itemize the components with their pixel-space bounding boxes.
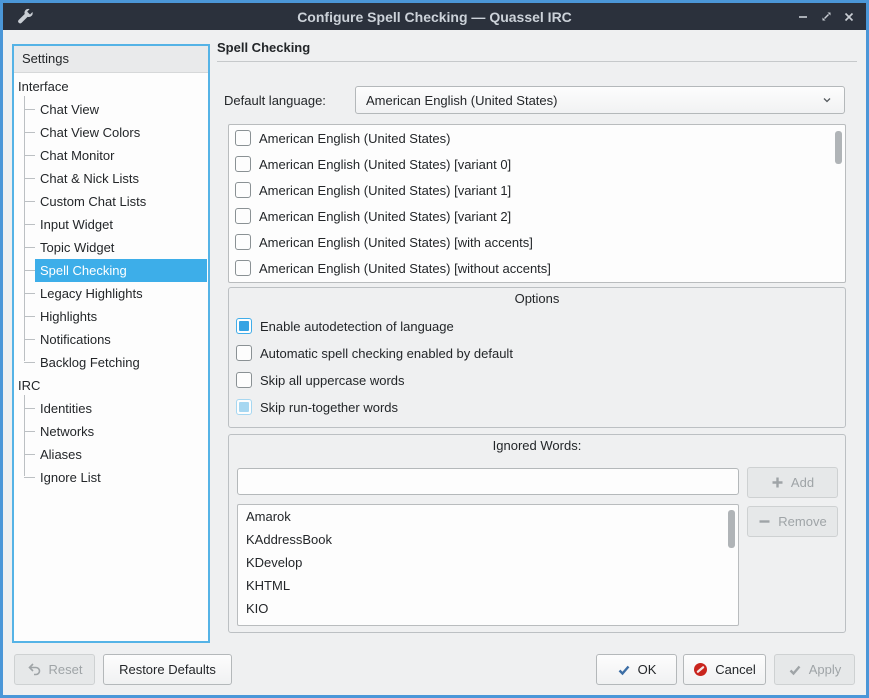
reset-button[interactable]: Reset [14, 654, 95, 685]
sidebar-item-topic-widget[interactable]: Topic Widget [14, 236, 208, 259]
undo-icon [27, 662, 42, 677]
page-title: Spell Checking [217, 40, 310, 55]
plus-icon [771, 476, 784, 489]
list-item[interactable]: KHTML [238, 574, 738, 597]
add-button[interactable]: Add [747, 467, 838, 498]
title-bar[interactable]: Configure Spell Checking — Quassel IRC [3, 3, 866, 30]
ignored-words-group: Ignored Words: Add Amarok KAddressBook K… [228, 434, 846, 633]
sidebar-item-input-widget[interactable]: Input Widget [14, 213, 208, 236]
sidebar-item-notifications[interactable]: Notifications [14, 328, 208, 351]
sidebar-item-legacy-highlights[interactable]: Legacy Highlights [14, 282, 208, 305]
option-automatic-spell-checking[interactable]: Automatic spell checking enabled by defa… [236, 342, 513, 364]
list-item[interactable]: Amarok [238, 505, 738, 528]
sidebar-item-highlights[interactable]: Highlights [14, 305, 208, 328]
sidebar-item-chat-monitor[interactable]: Chat Monitor [14, 144, 208, 167]
sidebar-item-custom-chat-lists[interactable]: Custom Chat Lists [14, 190, 208, 213]
sidebar-item-chat-view[interactable]: Chat View [14, 98, 208, 121]
combobox-value: American English (United States) [366, 93, 820, 108]
ignored-list-scrollbar[interactable] [728, 510, 735, 548]
settings-sidebar: Settings Interface Chat View Chat View C… [12, 44, 210, 643]
options-group: Options Enable autodetection of language… [228, 287, 846, 428]
ignored-word-input[interactable] [237, 468, 739, 495]
configure-spell-checking-dialog: Configure Spell Checking — Quassel IRC S… [0, 0, 869, 698]
window-title: Configure Spell Checking — Quassel IRC [3, 9, 866, 25]
ignored-words-list: Amarok KAddressBook KDevelop KHTML KIO [237, 504, 739, 626]
list-item[interactable]: KAddressBook [238, 528, 738, 551]
check-icon [788, 663, 802, 677]
ignored-words-title: Ignored Words: [229, 438, 845, 453]
sidebar-item-aliases[interactable]: Aliases [14, 443, 208, 466]
apply-button[interactable]: Apply [774, 654, 855, 685]
sidebar-item-interface[interactable]: Interface [14, 75, 208, 98]
sidebar-item-identities[interactable]: Identities [14, 397, 208, 420]
option-skip-run-together[interactable]: Skip run-together words [236, 396, 398, 418]
close-icon[interactable] [842, 10, 856, 24]
checkbox-unchecked[interactable] [235, 156, 251, 172]
restore-icon[interactable] [819, 10, 833, 24]
language-option[interactable]: American English (United States) [varian… [229, 203, 845, 229]
sidebar-item-networks[interactable]: Networks [14, 420, 208, 443]
default-language-label: Default language: [224, 93, 326, 108]
checkbox-unchecked[interactable] [235, 208, 251, 224]
checkbox-unchecked[interactable] [236, 372, 252, 388]
chevron-down-icon [820, 93, 834, 107]
checkbox-unchecked[interactable] [235, 182, 251, 198]
default-language-combobox[interactable]: American English (United States) [355, 86, 845, 114]
sidebar-item-ignore-list[interactable]: Ignore List [14, 466, 208, 489]
checkbox-unchecked[interactable] [235, 130, 251, 146]
checkbox-unchecked[interactable] [236, 345, 252, 361]
sidebar-header: Settings [14, 46, 208, 73]
language-option[interactable]: American English (United States) [229, 125, 845, 151]
minimize-icon[interactable] [796, 10, 810, 24]
ok-button[interactable]: OK [596, 654, 677, 685]
sidebar-item-chat-view-colors[interactable]: Chat View Colors [14, 121, 208, 144]
cancel-icon [693, 662, 708, 677]
sidebar-item-irc[interactable]: IRC [14, 374, 208, 397]
check-icon [617, 663, 631, 677]
remove-button[interactable]: Remove [747, 506, 838, 537]
checkbox-unchecked[interactable] [235, 234, 251, 250]
cancel-button[interactable]: Cancel [683, 654, 766, 685]
sidebar-item-backlog-fetching[interactable]: Backlog Fetching [14, 351, 208, 374]
option-skip-uppercase[interactable]: Skip all uppercase words [236, 369, 405, 391]
wrench-icon [16, 8, 33, 25]
checkbox-checked[interactable] [236, 318, 252, 334]
restore-defaults-button[interactable]: Restore Defaults [103, 654, 232, 685]
header-separator [217, 61, 857, 62]
language-option[interactable]: American English (United States) [withou… [229, 255, 845, 281]
list-item[interactable]: KIO [238, 597, 738, 620]
language-option[interactable]: American English (United States) [varian… [229, 151, 845, 177]
checkbox-unchecked[interactable] [235, 260, 251, 276]
list-item[interactable]: KDevelop [238, 551, 738, 574]
language-list: American English (United States) America… [228, 124, 846, 283]
sidebar-item-spell-checking[interactable]: Spell Checking [14, 259, 208, 282]
option-enable-autodetection[interactable]: Enable autodetection of language [236, 315, 454, 337]
language-option[interactable]: American English (United States) [varian… [229, 177, 845, 203]
language-option[interactable]: American English (United States) [with a… [229, 229, 845, 255]
sidebar-item-chat-nick-lists[interactable]: Chat & Nick Lists [14, 167, 208, 190]
language-list-scrollbar[interactable] [835, 131, 842, 164]
checkbox-partial[interactable] [236, 399, 252, 415]
settings-tree: Interface Chat View Chat View Colors Cha… [14, 73, 208, 489]
options-group-title: Options [229, 291, 845, 306]
minus-icon [758, 515, 771, 528]
